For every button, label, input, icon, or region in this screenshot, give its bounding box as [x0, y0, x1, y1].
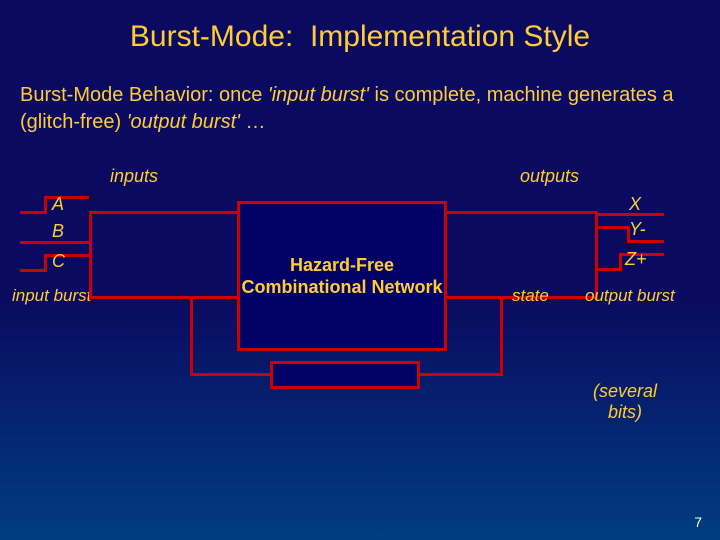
state-label: state — [512, 286, 549, 306]
feedback-from-reg — [190, 373, 270, 376]
subtitle-prefix: Burst-Mode Behavior: — [20, 84, 213, 106]
subtitle-t1: once — [213, 84, 267, 106]
signal-z-label: Z+ — [625, 249, 647, 270]
combinational-box: Hazard-Free Combinational Network — [237, 201, 447, 351]
wire-in-junction — [89, 211, 92, 299]
subtitle-i2: 'output burst' — [127, 111, 240, 133]
feedback-into-box — [190, 296, 237, 299]
signal-a-label: A — [52, 194, 64, 215]
wire-in-top — [89, 211, 237, 214]
slide-title: Burst-Mode: Implementation Style — [0, 0, 720, 64]
page-number: 7 — [694, 514, 702, 530]
signal-c-label: C — [52, 251, 65, 272]
outputs-label: outputs — [520, 166, 579, 187]
box-text: Hazard-Free Combinational Network — [240, 254, 444, 299]
subtitle-i1: 'input burst' — [268, 84, 369, 106]
feedback-up — [190, 296, 193, 376]
bits-note: (several bits) — [575, 381, 675, 423]
feedback-to-reg — [420, 373, 503, 376]
input-burst-label: input burst — [12, 286, 91, 306]
subtitle-t3: … — [240, 111, 266, 133]
slide-subtitle: Burst-Mode Behavior: once 'input burst' … — [0, 64, 720, 136]
output-burst-label: output burst — [585, 286, 675, 306]
diagram: inputs outputs A B C input burst Hazard-… — [0, 166, 720, 466]
signal-x-label: X — [629, 194, 641, 215]
signal-y-label: Y- — [629, 219, 646, 240]
signal-b-label: B — [52, 221, 64, 242]
wire-out-top — [447, 211, 595, 214]
feedback-down — [500, 296, 503, 376]
inputs-label: inputs — [110, 166, 158, 187]
state-register-box — [270, 361, 420, 389]
